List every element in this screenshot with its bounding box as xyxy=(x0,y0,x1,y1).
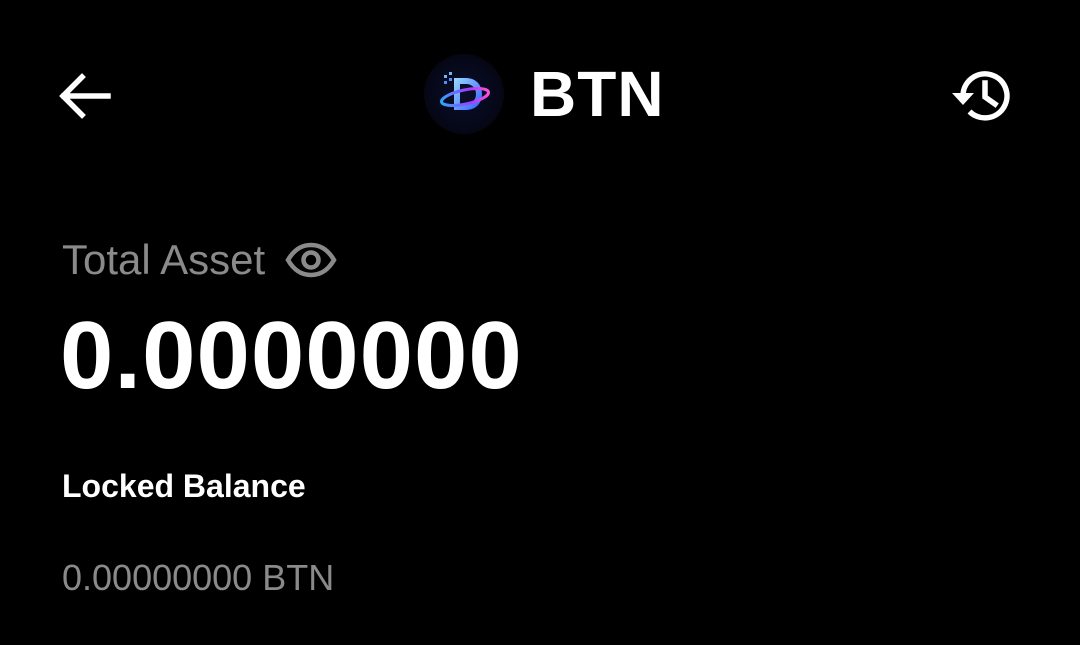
toggle-visibility-button[interactable] xyxy=(285,238,337,282)
token-header: BTN xyxy=(424,52,665,136)
back-button[interactable] xyxy=(52,66,116,126)
locked-balance-label: Locked Balance xyxy=(62,468,306,504)
history-icon xyxy=(952,71,1010,121)
eye-icon xyxy=(285,242,337,278)
locked-balance-value: 0.00000000 BTN xyxy=(62,557,335,598)
btn-token-logo xyxy=(439,72,491,110)
history-button[interactable] xyxy=(946,62,1018,130)
token-logo xyxy=(424,54,504,134)
arrow-left-icon xyxy=(59,73,111,119)
total-asset-section: Total Asset xyxy=(62,232,337,288)
total-asset-label: Total Asset xyxy=(62,236,266,283)
page-title: BTN xyxy=(530,58,665,130)
top-bar: BTN xyxy=(0,0,1080,190)
total-asset-label-row: Total Asset xyxy=(62,232,337,288)
total-asset-value: 0.0000000 xyxy=(60,302,523,409)
